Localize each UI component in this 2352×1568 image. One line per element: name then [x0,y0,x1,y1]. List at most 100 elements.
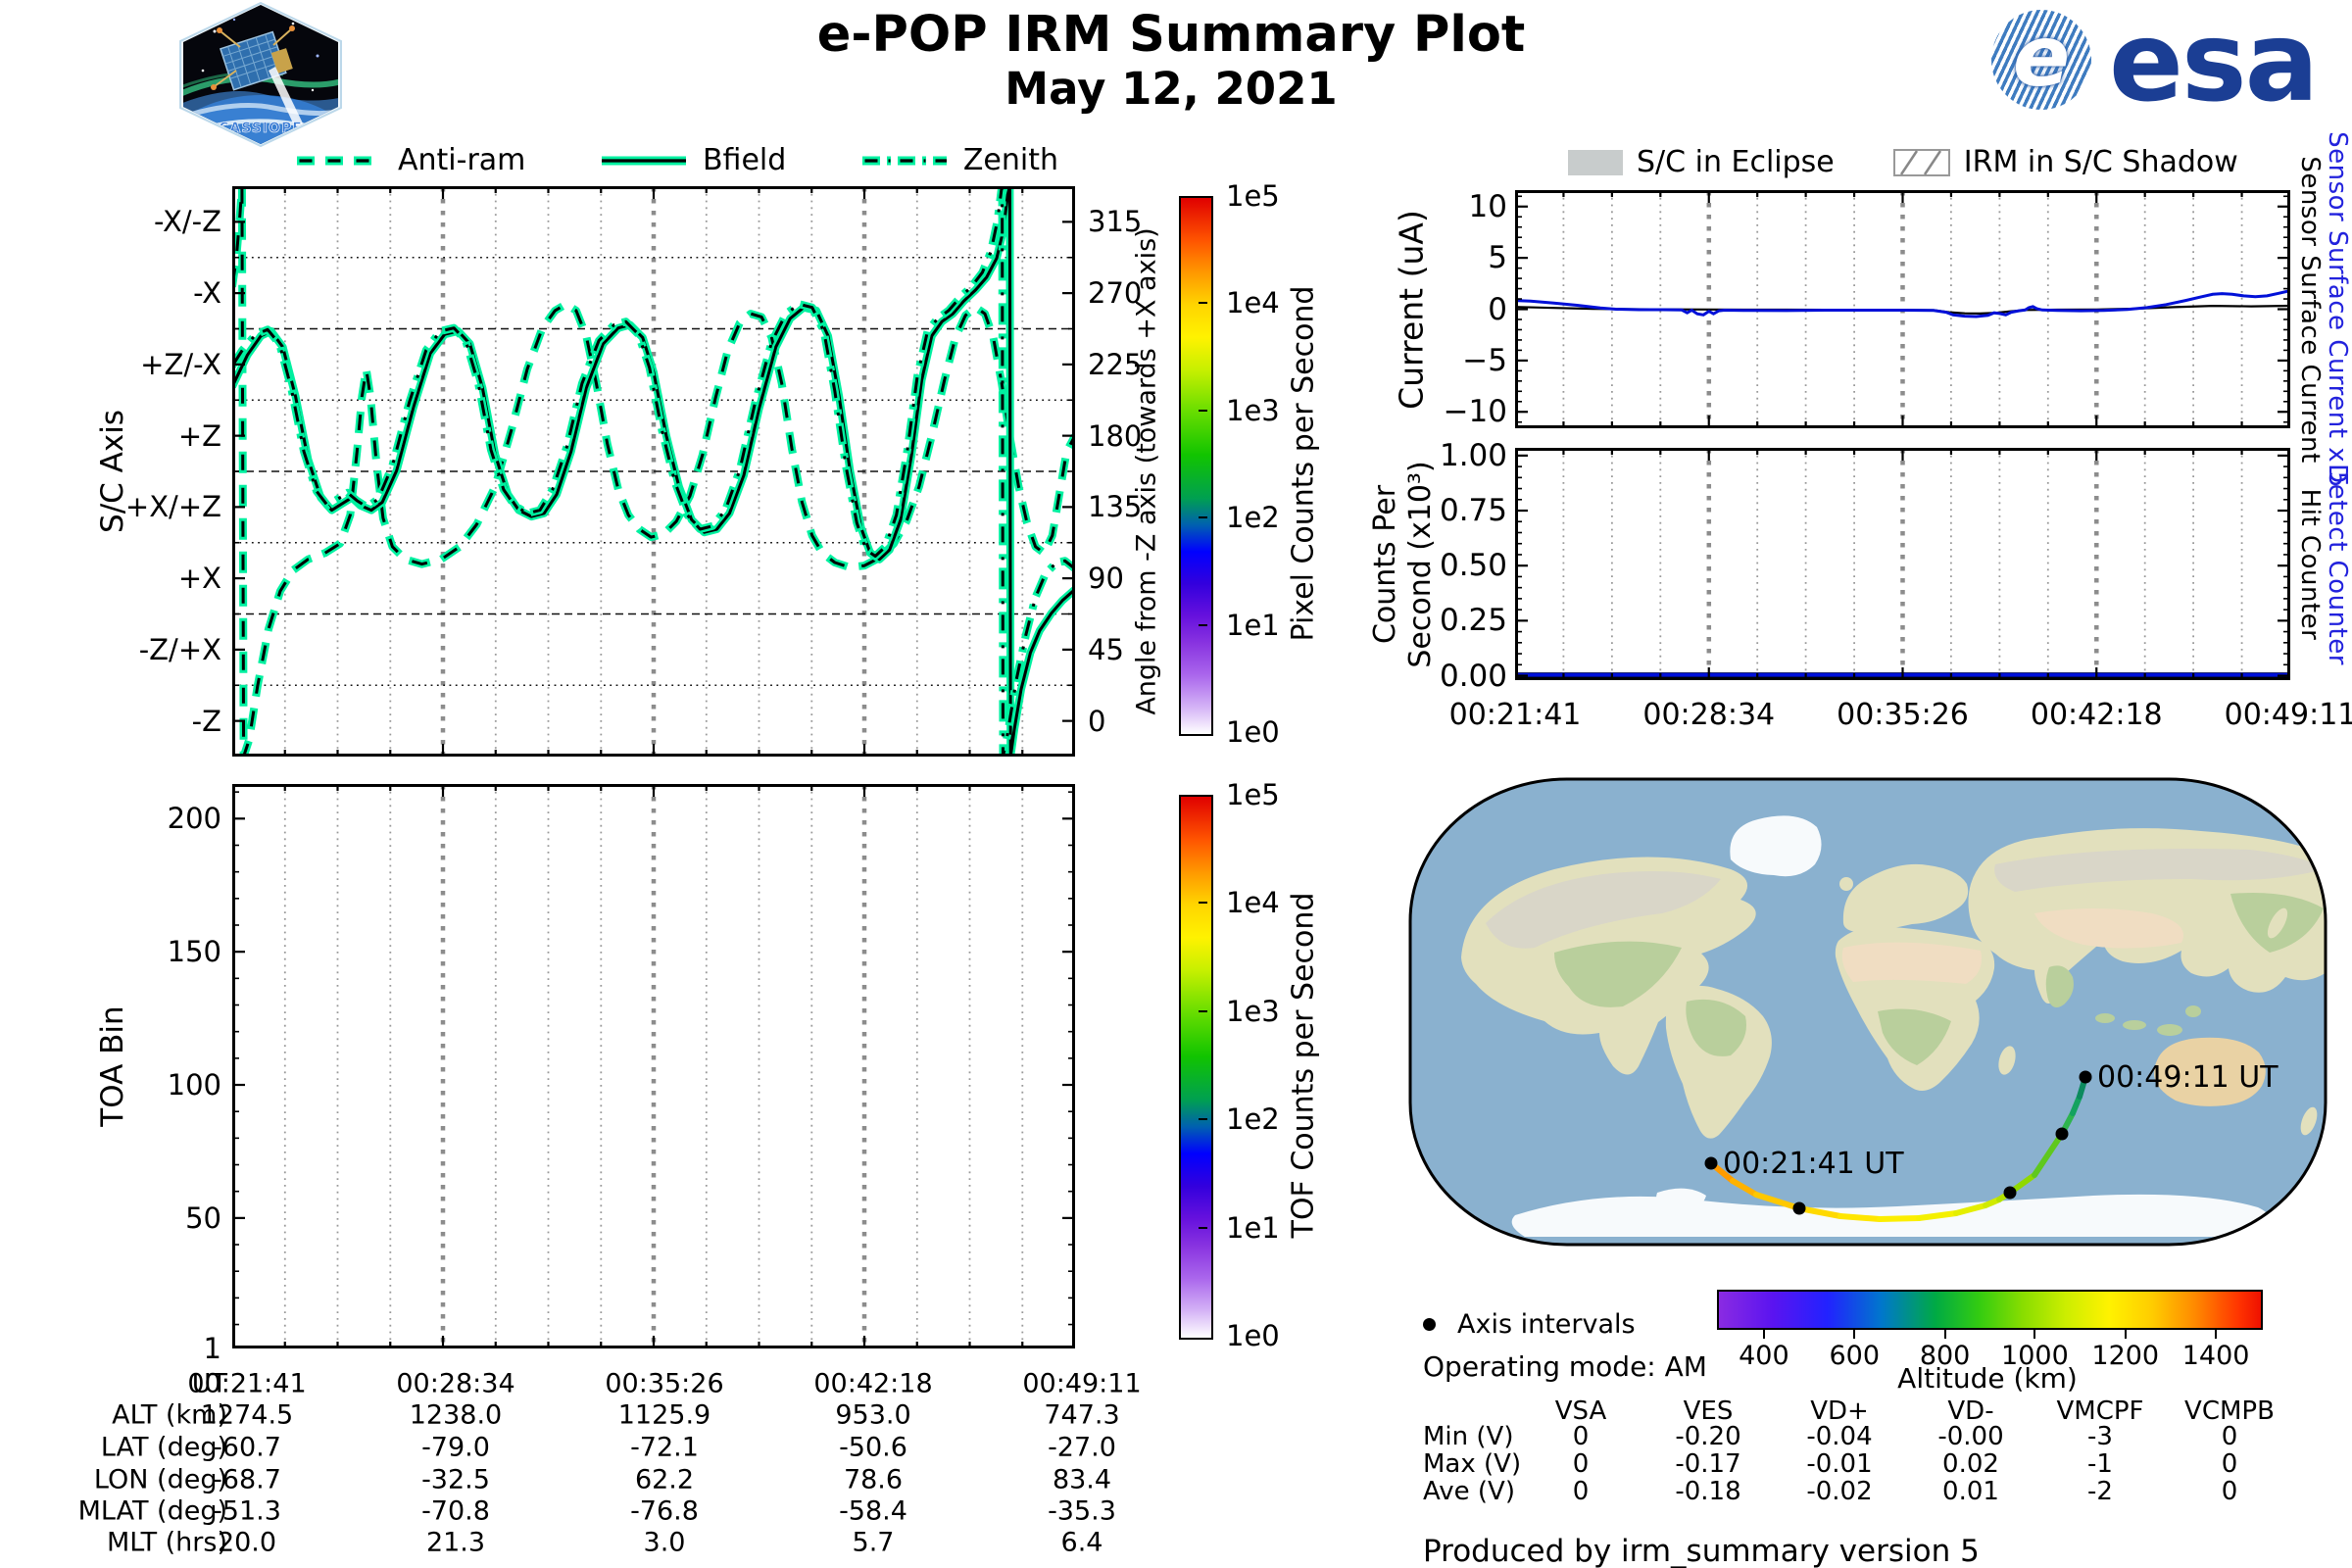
colorbar-tick [1199,1118,1207,1121]
esa-globe-icon: e [1991,10,2091,110]
toa-ytick: 150 [167,935,221,969]
counts-right-label-blue: Detect Counter [2323,464,2352,665]
counts-plot [1513,448,2292,684]
voltage-value: -1 [2087,1449,2113,1479]
counts-right-label-black: Hit Counter [2295,488,2325,641]
counts-ylabel-line1: Counts Per [1368,484,1402,645]
altitude-colorbar: 400 600 800 1000 1200 1400 [1717,1290,2263,1371]
voltage-value: -0.01 [1806,1449,1873,1479]
axis-ytick-left: -X/-Z [154,205,221,239]
operating-mode-text: Operating mode: AM [1423,1350,1707,1383]
voltage-value: 0 [1572,1477,1590,1506]
ephem-row-label: LAT (deg) [100,1432,227,1463]
alt-colorbar-tick [1943,1330,1946,1339]
voltage-row-label: Ave (V) [1423,1477,1515,1506]
track-start-time: 00:21:41 UT [1723,1147,1904,1181]
current-ytick: 0 [1488,291,1507,327]
voltage-value: 0.01 [1942,1477,1999,1506]
axis-ytick-right: 270 [1088,276,1143,311]
legend-label: Zenith [962,143,1058,177]
esa-logo-text: esa [2109,0,2319,126]
voltage-value: 0 [2221,1449,2238,1479]
counts-ytick: 0.75 [1439,493,1507,529]
ephem-value: 5.7 [852,1527,895,1558]
ephem-row-label: MLT (hrs) [106,1527,227,1558]
alt-colorbar-tick-label: 1400 [2181,1341,2250,1371]
current-ytick: −10 [1443,394,1507,430]
altitude-colorbar-label: Altitude (km) [1897,1362,2078,1395]
colorbar-tick [1199,409,1207,412]
alt-colorbar-tick-label: 600 [1829,1341,1881,1371]
voltage-value: 0 [2221,1422,2238,1451]
cassiope-mission-patch: CASSIOPE [175,1,346,148]
legend-item-bfield: Bfield [599,143,786,177]
colorbar-tick-label: 1e3 [1226,393,1280,427]
axis-interval-dot [1704,1156,1718,1170]
voltage-value: 0 [1572,1422,1590,1451]
legend-label: S/C in Eclipse [1637,145,1835,179]
current-plot-svg [1513,190,2292,428]
ephem-value: -35.3 [1048,1495,1116,1527]
ephem-value: 6.4 [1060,1527,1103,1558]
ephem-value: 21.3 [425,1527,486,1558]
ground-track-segment [1838,1213,1883,1222]
time-tick-label: 00:28:34 [1642,698,1776,732]
toa-bin-plot [230,784,1077,1352]
voltage-value: -3 [2087,1422,2113,1451]
ephem-value: -70.8 [421,1495,490,1527]
time-tick-label: 00:35:26 [1837,698,1969,732]
voltage-row-label: Max (V) [1423,1449,1522,1479]
axis-ytick-right: 315 [1088,205,1143,239]
counts-plot-svg [1513,448,2292,680]
axis-ytick-left: +X [177,562,221,596]
alt-colorbar-tick-label: 1200 [2091,1341,2160,1371]
anti-ram-line-sample [297,156,381,165]
ephem-value: 00:35:26 [605,1368,724,1399]
colorbar-tick-label: 1e4 [1226,286,1280,320]
axis-interval-dot [1792,1201,1806,1215]
toa-ylabel: TOA Bin [95,1005,130,1127]
ephem-value: 747.3 [1044,1399,1120,1431]
axis-interval-dot [2003,1186,2017,1200]
legend-label: Anti-ram [398,143,526,177]
ephem-value: -60.7 [213,1432,281,1463]
ephem-value: -76.8 [630,1495,699,1527]
toa-ytick: 50 [185,1200,221,1235]
colorbar-tick [1199,516,1207,519]
ephem-value: -58.4 [839,1495,907,1527]
voltage-value: -0.00 [1937,1422,2004,1451]
colorbar-tick [1199,1009,1207,1012]
axis-ytick-right: 90 [1088,562,1124,596]
ephem-value: 20.0 [217,1527,277,1558]
ephem-value: 1125.9 [617,1399,711,1431]
current-plot [1513,190,2292,432]
legend-item-anti-ram: Anti-ram [294,143,525,177]
colorbar-tick-label: 1e0 [1226,1319,1280,1352]
ephem-row-label: MLAT (deg) [77,1495,227,1527]
ephem-value: 1274.5 [200,1399,294,1431]
ephem-value: 953.0 [835,1399,911,1431]
toa-plot-svg [230,784,1077,1350]
epop-irm-summary-page: CASSIOPE e-POP IRM Summary Plot May 12, … [0,0,2352,1568]
axis-ytick-left: -Z/+X [138,632,221,666]
axis-ytick-right: 135 [1088,490,1143,524]
ephem-value: 1238.0 [409,1399,503,1431]
ephem-value: 78.6 [843,1464,904,1495]
produced-by-text: Produced by irm_summary version 5 [1423,1534,1980,1568]
axis-ytick-left: -X [193,276,221,311]
colorbar-tick-label: 1e3 [1226,994,1280,1028]
counts-ylabel: Counts Per Second (x10³) [1368,461,1439,667]
alt-colorbar-tick [2215,1330,2218,1339]
ephem-value: -68.7 [213,1464,281,1495]
alt-colorbar-tick [2124,1330,2127,1339]
voltage-value: 0 [2221,1477,2238,1506]
axis-ytick-left: -Z [191,704,221,738]
ground-track-map: 00:21:41 UT 00:49:11 UT [1407,776,2328,1251]
alt-colorbar-tick-label: 400 [1739,1341,1789,1371]
world-map-svg: 00:21:41 UT 00:49:11 UT [1408,777,2328,1247]
colorbar-tick [1199,302,1207,305]
ephem-value: 00:28:34 [396,1368,515,1399]
track-end-time: 00:49:11 UT [2097,1060,2278,1095]
time-tick-label: 00:42:18 [2030,698,2163,732]
page-subtitle: May 12, 2021 [1004,63,1338,115]
